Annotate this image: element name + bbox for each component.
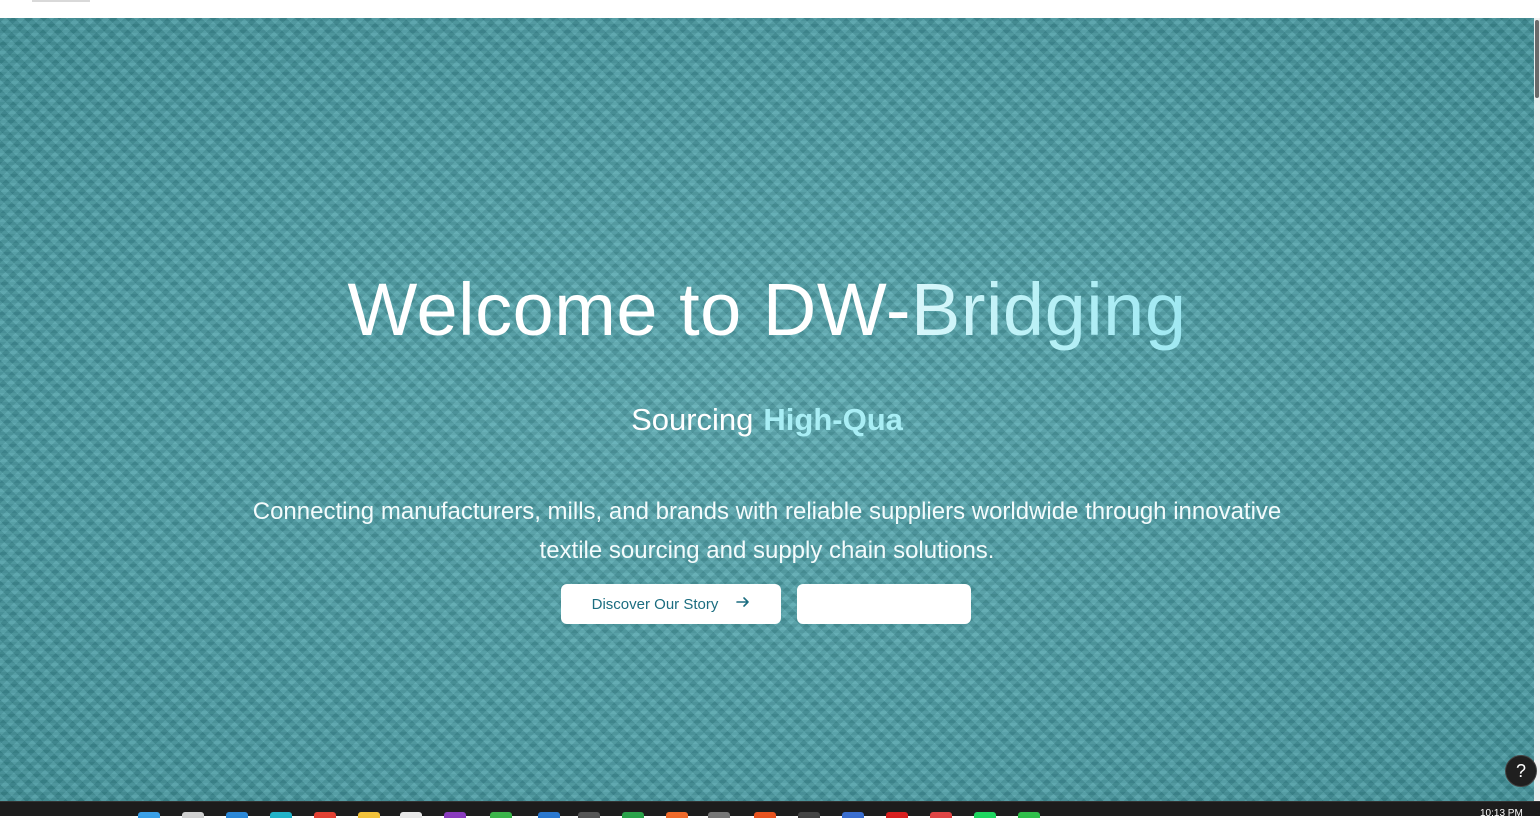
app-icon-gray[interactable] — [708, 812, 730, 818]
terminal-icon[interactable] — [798, 812, 820, 818]
spotify-icon[interactable] — [974, 812, 996, 818]
taskbar-clock: 10:13 PM — [1480, 808, 1523, 819]
edge-icon[interactable] — [270, 812, 292, 818]
check-icon[interactable] — [1018, 812, 1040, 818]
calendar-app-icon[interactable] — [400, 812, 422, 818]
photos-icon[interactable] — [538, 812, 560, 818]
chrome-icon[interactable] — [314, 812, 336, 818]
hero-subtitle: Sourcing High-Qua — [0, 401, 1534, 439]
windows-start-icon[interactable] — [138, 812, 160, 818]
hero-title-main: Welcome to DW- — [347, 268, 911, 351]
hero-section: Welcome to DW-Bridging Sourcing High-Qua … — [0, 18, 1534, 801]
remote-desktop-icon[interactable] — [842, 812, 864, 818]
secondary-cta-button[interactable] — [797, 584, 971, 624]
arrow-right-icon — [736, 594, 750, 614]
page-scrollbar[interactable] — [1534, 18, 1540, 801]
search-icon[interactable] — [182, 812, 204, 818]
scrollbar-thumb[interactable] — [1535, 20, 1539, 98]
office-icon[interactable] — [754, 812, 776, 818]
subtitle-typed-text: High-Qua — [763, 402, 903, 437]
onenote-icon[interactable] — [444, 812, 466, 818]
pdf-icon[interactable] — [886, 812, 908, 818]
hero-title-accent: Bridging — [910, 268, 1187, 351]
xbox-icon[interactable] — [622, 812, 644, 818]
help-button[interactable]: ? — [1505, 755, 1537, 787]
hero-title: Welcome to DW-Bridging — [0, 270, 1534, 350]
store-icon[interactable] — [490, 812, 512, 818]
site-header — [0, 0, 1540, 18]
discover-our-story-button[interactable]: Discover Our Story — [561, 584, 781, 624]
app-icon-dark[interactable] — [578, 812, 600, 818]
os-taskbar: 10:13 PM — [0, 801, 1540, 819]
file-explorer-icon[interactable] — [358, 812, 380, 818]
vscode-icon[interactable] — [226, 812, 248, 818]
subtitle-lead: Sourcing — [631, 402, 754, 437]
hero-description: Connecting manufacturers, mills, and bra… — [252, 498, 1282, 564]
mail-icon[interactable] — [930, 812, 952, 818]
help-icon: ? — [1515, 760, 1526, 781]
brave-icon[interactable] — [666, 812, 688, 818]
site-logo[interactable] — [32, 0, 90, 2]
discover-button-label: Discover Our Story — [591, 595, 719, 613]
